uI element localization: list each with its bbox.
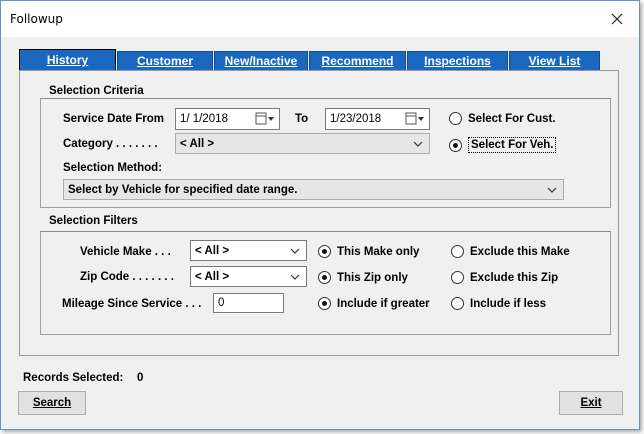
include-less-radio[interactable]: Include if less: [451, 297, 546, 310]
this-zip-only-radio[interactable]: This Zip only: [318, 271, 408, 284]
select-for-cust-radio[interactable]: Select For Cust.: [449, 112, 556, 125]
tab-history[interactable]: History: [19, 49, 116, 71]
to-label: To: [295, 113, 309, 125]
include-greater-radio[interactable]: Include if greater: [318, 297, 430, 310]
selection-method-select[interactable]: Select by Vehicle for specified date ran…: [63, 179, 564, 200]
include-greater-label: Include if greater: [337, 297, 430, 310]
chevron-down-icon: [290, 274, 300, 280]
selection-filters-heading: Selection Filters: [49, 215, 138, 227]
zip-code-value: < All >: [195, 270, 230, 283]
close-icon: [611, 13, 623, 25]
radio-circle-selected: [318, 271, 331, 284]
exclude-make-label: Exclude this Make: [470, 245, 570, 258]
records-selected-count: 0: [137, 372, 144, 384]
tab-new-inactive[interactable]: New/Inactive: [214, 51, 308, 71]
select-for-cust-label: Select For Cust.: [468, 112, 556, 125]
radio-circle: [451, 245, 464, 258]
date-from-value: 1/ 1/2018: [180, 113, 228, 125]
selection-method-value: Select by Vehicle for specified date ran…: [68, 183, 298, 196]
window-title: Followup: [10, 12, 63, 26]
calendar-dropdown-icon[interactable]: [405, 112, 425, 126]
chevron-down-icon: [290, 248, 300, 254]
tab-view-list[interactable]: View List: [509, 51, 600, 71]
vehicle-make-label: Vehicle Make . . .: [80, 246, 171, 258]
select-for-veh-radio[interactable]: Select For Veh.: [449, 137, 557, 153]
radio-circle-selected: [449, 138, 462, 152]
exclude-make-radio[interactable]: Exclude this Make: [451, 245, 570, 258]
select-for-veh-label: Select For Veh.: [468, 137, 557, 153]
close-button[interactable]: [605, 7, 629, 31]
radio-circle: [449, 112, 462, 125]
this-make-only-radio[interactable]: This Make only: [318, 245, 419, 258]
mileage-input[interactable]: 0: [213, 293, 284, 313]
date-from-field[interactable]: 1/ 1/2018: [175, 108, 280, 130]
date-to-value: 1/23/2018: [330, 113, 382, 125]
selection-criteria-heading: Selection Criteria: [49, 85, 144, 97]
vehicle-make-value: < All >: [195, 244, 230, 257]
this-zip-only-label: This Zip only: [337, 271, 408, 284]
date-to-field[interactable]: 1/23/2018: [325, 108, 430, 130]
radio-circle: [451, 271, 464, 284]
history-panel: Selection Criteria Service Date From 1/ …: [19, 70, 619, 356]
tab-inspections[interactable]: Inspections: [407, 51, 508, 71]
zip-code-label: Zip Code . . . . . . .: [80, 271, 174, 283]
exit-button[interactable]: Exit: [559, 391, 623, 415]
category-label: Category . . . . . . .: [63, 138, 158, 150]
radio-circle-selected: [318, 297, 331, 310]
calendar-dropdown-icon[interactable]: [255, 112, 275, 126]
exit-button-label: Exit: [580, 397, 602, 409]
title-bar: Followup: [1, 1, 639, 37]
search-button-label: Search: [32, 397, 72, 409]
mileage-value: 0: [218, 297, 225, 309]
category-select[interactable]: < All >: [175, 133, 430, 154]
vehicle-make-select[interactable]: < All >: [190, 240, 307, 261]
exclude-zip-radio[interactable]: Exclude this Zip: [451, 271, 558, 284]
mileage-label: Mileage Since Service . . .: [62, 298, 202, 310]
service-date-from-label: Service Date From: [63, 113, 164, 125]
include-less-label: Include if less: [470, 297, 547, 310]
tab-recommend[interactable]: Recommend: [309, 51, 406, 71]
selection-method-label: Selection Method:: [63, 162, 163, 174]
zip-code-select[interactable]: < All >: [190, 266, 307, 287]
exclude-zip-label: Exclude this Zip: [470, 271, 559, 284]
radio-circle-selected: [318, 245, 331, 258]
category-value: < All >: [180, 137, 215, 150]
search-button[interactable]: Search: [18, 391, 86, 415]
records-selected-label: Records Selected:: [23, 372, 124, 384]
tab-customer[interactable]: Customer: [117, 51, 213, 71]
this-make-only-label: This Make only: [337, 245, 420, 258]
followup-window: Followup History Customer New/Inactive R…: [0, 0, 640, 430]
chevron-down-icon: [547, 187, 557, 193]
chevron-down-icon: [413, 141, 423, 147]
radio-circle: [451, 297, 464, 310]
